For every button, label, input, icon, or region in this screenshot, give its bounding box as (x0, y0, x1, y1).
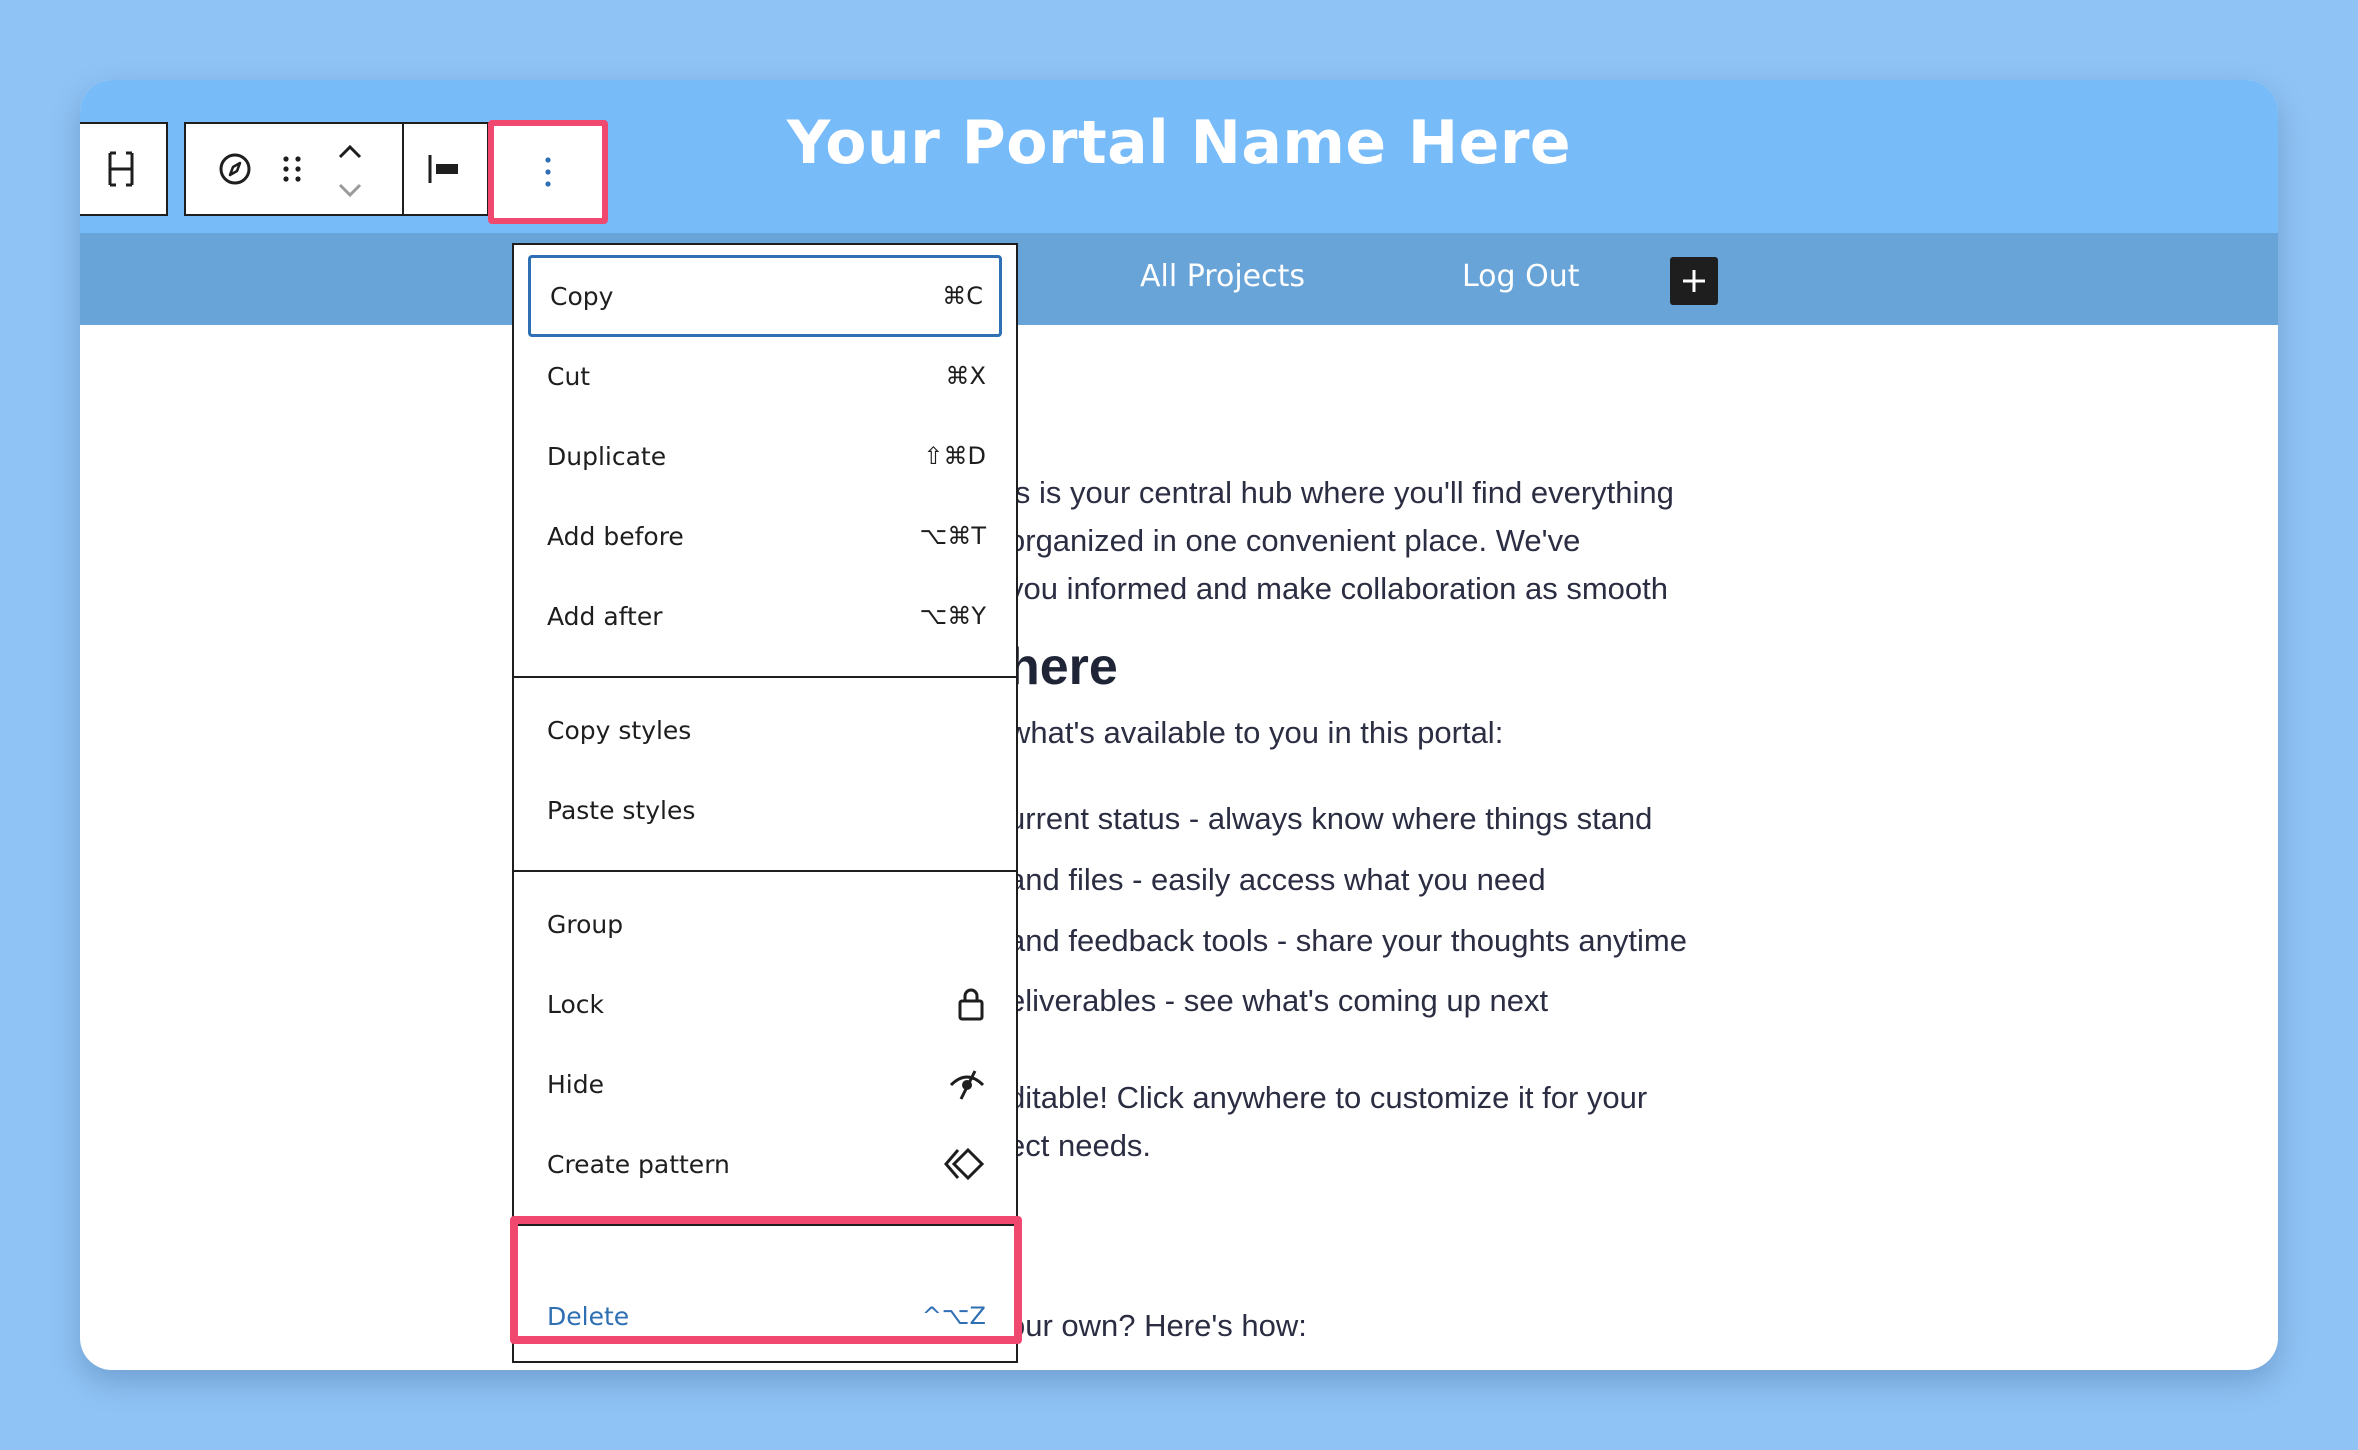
note-line[interactable]: ditable! Click anywhere to customize it … (1008, 1080, 1647, 1116)
toolbar-divider (402, 124, 404, 214)
list-item[interactable]: eliverables - see what's coming up next (1008, 983, 1548, 1019)
block-type-button[interactable] (98, 146, 144, 192)
menu-separator (514, 676, 1016, 678)
move-down-button[interactable] (332, 176, 368, 204)
more-options-button-highlight (488, 120, 608, 224)
justify-left-icon (428, 155, 458, 183)
chevron-up-icon (338, 144, 362, 159)
menu-item-label: Duplicate (547, 441, 667, 471)
pattern-diamond-icon (944, 1147, 985, 1181)
drag-dots-icon (283, 156, 301, 182)
shortcut-label: ⇧⌘D (923, 442, 986, 470)
menu-item-label: Copy (550, 281, 614, 311)
menu-item-copy[interactable]: Copy ⌘C (528, 255, 1002, 337)
menu-item-label: Lock (547, 989, 605, 1019)
chevron-down-icon (338, 183, 362, 198)
menu-separator (514, 870, 1016, 872)
lock-icon (958, 988, 984, 1021)
menu-item-label: Cut (547, 361, 591, 391)
list-item[interactable]: and files - easily access what you need (1008, 862, 1546, 898)
nav-link-log-out[interactable]: Log Out (1462, 259, 1580, 294)
note-line[interactable]: ect needs. (1008, 1128, 1151, 1164)
menu-item-label: Hide (547, 1069, 604, 1099)
compass-icon (219, 153, 251, 185)
block-options-menu: Copy ⌘C Cut ⌘X Duplicate ⇧⌘D Add before … (512, 243, 1018, 1363)
menu-item-label: Group (547, 909, 624, 939)
intro-text[interactable]: what's available to you in this portal: (1008, 715, 1503, 751)
more-options-button[interactable] (524, 148, 572, 196)
block-parent-group (80, 122, 168, 216)
menu-item-group[interactable]: Group (528, 883, 1002, 965)
nav-link-all-projects[interactable]: All Projects (1140, 259, 1305, 294)
drag-handle[interactable] (272, 146, 312, 192)
paragraph-line[interactable]: you informed and make collaboration as s… (1008, 571, 1668, 607)
menu-item-add-before[interactable]: Add before ⌥⌘T (528, 495, 1002, 577)
menu-item-add-after[interactable]: Add after ⌥⌘Y (528, 575, 1002, 657)
move-up-button[interactable] (332, 138, 368, 166)
editor-window: Your Portal Name Here All Projects Log O… (80, 80, 2278, 1370)
shortcut-label: ⌥⌘T (919, 522, 986, 550)
menu-item-cut[interactable]: Cut ⌘X (528, 335, 1002, 417)
eye-slash-icon (949, 1070, 985, 1100)
menu-item-duplicate[interactable]: Duplicate ⇧⌘D (528, 415, 1002, 497)
shortcut-label: ⌘C (942, 282, 983, 310)
justification-button[interactable] (416, 146, 472, 192)
shortcut-label: ⌘X (945, 362, 986, 390)
block-tools-group (184, 122, 489, 216)
closing-text[interactable]: our own? Here's how: (1008, 1308, 1307, 1344)
menu-item-paste-styles[interactable]: Paste styles (528, 769, 1002, 851)
shortcut-label: ⌥⌘Y (919, 602, 986, 630)
menu-item-hide[interactable]: Hide (528, 1043, 1002, 1125)
section-heading[interactable]: here (1008, 637, 1118, 697)
site-navigation: All Projects Log Out (80, 233, 2278, 325)
menu-item-create-pattern[interactable]: Create pattern (528, 1123, 1002, 1205)
menu-item-copy-styles[interactable]: Copy styles (528, 689, 1002, 771)
delete-highlight-box (510, 1216, 1022, 1344)
more-vertical-icon (545, 157, 551, 187)
menu-item-lock[interactable]: Lock (528, 963, 1002, 1045)
menu-item-label: Add before (547, 521, 684, 551)
add-block-button[interactable] (1670, 257, 1718, 305)
paragraph-line[interactable]: is is your central hub where you'll find… (1008, 475, 1674, 511)
paragraph-line[interactable]: organized in one convenient place. We've (1008, 523, 1580, 559)
list-item[interactable]: and feedback tools - share your thoughts… (1008, 923, 1687, 959)
page-content: is is your central hub where you'll find… (80, 325, 2278, 1370)
navigation-button[interactable] (212, 146, 258, 192)
menu-item-label: Add after (547, 601, 663, 631)
row-block-icon (108, 151, 134, 187)
menu-item-label: Create pattern (547, 1149, 730, 1179)
menu-item-label: Paste styles (547, 795, 696, 825)
menu-item-label: Copy styles (547, 715, 692, 745)
plus-icon (1683, 270, 1705, 292)
list-item[interactable]: urrent status - always know where things… (1008, 801, 1652, 837)
